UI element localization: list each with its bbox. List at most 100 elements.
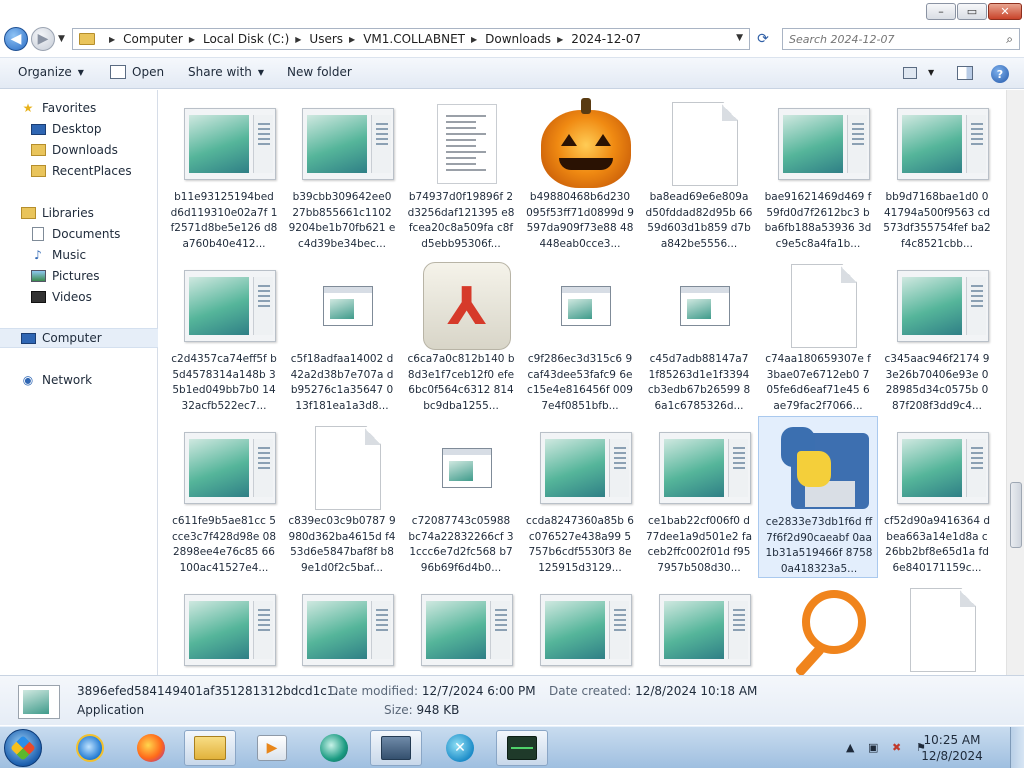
back-button[interactable]: ◀ [4, 27, 28, 51]
file-item[interactable]: c45d7adb88147a7 1f85263d1e1f3394 cb3edb6… [639, 254, 759, 416]
nav-downloads[interactable]: Downloads [0, 140, 158, 160]
volume-muted-icon[interactable]: ✖ [892, 741, 906, 755]
file-item[interactable]: c74aa180659307e f3bae07e6712eb0 705fe6d6… [758, 254, 878, 416]
breadcrumb-chevron-icon[interactable]: ▶ [295, 35, 301, 44]
file-list[interactable]: b11e93125194bed d6d119310e02a7f 1f2571d8… [160, 90, 1006, 675]
screenshot-thumbnail-icon [184, 594, 276, 666]
organize-button[interactable]: Organize ▼ [18, 65, 84, 79]
file-item[interactable]: ⅄ c6ca7a0c812b140 b8d3e1f7ceb12f0 efe6bc0… [401, 254, 521, 416]
breadcrumb-users[interactable]: Users [309, 32, 343, 46]
file-item[interactable]: ccda8247360a85b 6c076527e438a99 5757b6cd… [520, 416, 640, 578]
file-item[interactable] [282, 578, 402, 675]
file-item[interactable]: c9f286ec3d315c6 9caf43dee53fafc9 6ec15e4… [520, 254, 640, 416]
file-item[interactable]: c5f18adfaa14002 d42a2d38b7e707a db95276c… [282, 254, 402, 416]
breadcrumb-current-folder[interactable]: 2024-12-07 [571, 32, 641, 46]
breadcrumb-chevron-icon[interactable]: ▶ [557, 35, 563, 44]
breadcrumb-downloads[interactable]: Downloads [485, 32, 551, 46]
file-thumbnail [657, 582, 753, 675]
new-folder-button[interactable]: New folder [287, 65, 352, 79]
taskbar-app-green[interactable] [308, 730, 360, 766]
refresh-button[interactable]: ⟳ [752, 29, 774, 49]
start-button[interactable] [4, 729, 42, 767]
open-button[interactable]: Open [110, 65, 164, 79]
breadcrumb-computer[interactable]: Computer [123, 32, 183, 46]
taskbar-remote-desktop[interactable] [370, 730, 422, 766]
view-options-dropdown-icon[interactable]: ▼ [928, 68, 934, 77]
file-item[interactable]: ce1bab22cf006f0 d77dee1a9d501e2 faceb2ff… [639, 416, 759, 578]
vertical-scrollbar[interactable] [1006, 90, 1024, 675]
preview-pane-icon[interactable] [957, 66, 973, 80]
breadcrumb-chevron-icon[interactable]: ▶ [189, 35, 195, 44]
open-label: Open [132, 65, 165, 79]
organize-label: Organize [18, 65, 72, 79]
taskbar-firefox[interactable] [125, 730, 177, 766]
file-item[interactable]: b74937d0f19896f 2d3256daf121395 e8fcea20… [401, 92, 521, 254]
file-item[interactable]: cf52d90a9416364 dbea663a14e1d8a c26bb2bf… [877, 416, 997, 578]
taskbar-media-player[interactable]: ▶ [246, 730, 298, 766]
minimize-button[interactable]: – [926, 3, 956, 20]
share-with-button[interactable]: Share with ▼ [188, 65, 264, 79]
taskbar-file-explorer[interactable] [184, 730, 236, 766]
computer-icon [20, 331, 36, 345]
file-item[interactable]: b39cbb309642ee0 27bb855661c1102 9204be1b… [282, 92, 402, 254]
breadcrumb-user[interactable]: VM1.COLLABNET [363, 32, 465, 46]
maximize-button[interactable]: ▭ [957, 3, 987, 20]
file-item[interactable]: c839ec03c9b0787 9980d362ba4615d f453d6e5… [282, 416, 402, 578]
python-installer-icon [781, 427, 869, 511]
show-desktop-button[interactable] [1010, 727, 1024, 768]
help-icon[interactable]: ? [991, 65, 1009, 83]
file-item[interactable]: ce2833e73db1f6d ff7f6f2d90caeabf 0aa1b31… [758, 416, 878, 578]
nav-computer[interactable]: Computer [0, 328, 158, 348]
nav-favorites[interactable]: ★ Favorites [0, 98, 158, 118]
nav-pictures[interactable]: Pictures [0, 266, 158, 286]
file-name: c74aa180659307e f3bae07e6712eb0 705fe6d6… [765, 353, 871, 412]
clock[interactable]: 10:25 AM 12/8/2024 [920, 732, 984, 764]
search-icon[interactable]: ⌕ [1006, 32, 1013, 47]
breadcrumb-chevron-icon[interactable]: ▶ [349, 35, 355, 44]
file-name: b39cbb309642ee0 27bb855661c1102 9204be1b… [288, 191, 396, 250]
file-item[interactable] [877, 578, 997, 675]
nav-documents[interactable]: Documents [0, 224, 158, 244]
libraries-icon [20, 206, 36, 220]
nav-music[interactable]: ♪ Music [0, 245, 158, 265]
file-item[interactable]: b49880468b6d230 095f53ff71d0899d 9597da9… [520, 92, 640, 254]
file-item[interactable]: bae91621469d469 f59fd0d7f2612bc3 bba6fb1… [758, 92, 878, 254]
forward-button[interactable]: ▶ [31, 27, 55, 51]
file-item[interactable]: c2d4357ca74eff5f b5d4578314a148b 35b1ed0… [164, 254, 284, 416]
search-input[interactable] [789, 32, 1007, 46]
network-status-icon[interactable]: ▣ [868, 741, 882, 755]
address-dropdown-icon[interactable]: ▼ [736, 33, 743, 43]
show-hidden-icons-icon[interactable]: ▲ [846, 741, 860, 755]
file-item[interactable] [639, 578, 759, 675]
scrollbar-thumb[interactable] [1010, 482, 1022, 548]
file-thumbnail [182, 258, 278, 354]
change-view-icon[interactable] [903, 67, 917, 79]
taskbar-internet-explorer[interactable] [64, 730, 116, 766]
recent-pages-dropdown-icon[interactable]: ▼ [58, 34, 65, 44]
file-item[interactable] [164, 578, 284, 675]
file-item[interactable]: c72087743c05988 bc74a22832266cf 31ccc6e7… [401, 416, 521, 578]
search-box[interactable]: ⌕ [782, 28, 1020, 50]
nav-network[interactable]: ◉ Network [0, 370, 158, 390]
file-item[interactable]: c611fe9b5ae81cc 5cce3c7f428d98e 082898ee… [164, 416, 284, 578]
nav-libraries[interactable]: Libraries [0, 203, 158, 223]
nav-documents-label: Documents [52, 227, 121, 241]
file-item[interactable] [758, 578, 878, 675]
file-item[interactable]: ba8ead69e6e809a d50fddad82d95b 6659d603d… [639, 92, 759, 254]
file-thumbnail [300, 96, 396, 192]
nav-videos[interactable]: Videos [0, 287, 158, 307]
address-bar[interactable]: ▶ Computer ▶ Local Disk (C:) ▶ Users ▶ V… [72, 28, 750, 50]
file-item[interactable]: b11e93125194bed d6d119310e02a7f 1f2571d8… [164, 92, 284, 254]
nav-recent-places[interactable]: RecentPlaces [0, 161, 158, 181]
breadcrumb-local-disk[interactable]: Local Disk (C:) [203, 32, 289, 46]
breadcrumb-chevron-icon[interactable]: ▶ [471, 35, 477, 44]
file-item[interactable] [520, 578, 640, 675]
nav-desktop[interactable]: Desktop [0, 119, 158, 139]
file-item[interactable] [401, 578, 521, 675]
file-item[interactable]: bb9d7168bae1d0 041794a500f9563 cd573df35… [877, 92, 997, 254]
file-item[interactable]: c345aac946f2174 93e26b70406e93e 028985d3… [877, 254, 997, 416]
close-button[interactable]: ✕ [988, 3, 1022, 20]
taskbar-accessibility[interactable]: ✕ [434, 730, 486, 766]
taskbar-task-manager[interactable] [496, 730, 548, 766]
breadcrumb-chevron-icon[interactable]: ▶ [109, 35, 115, 44]
